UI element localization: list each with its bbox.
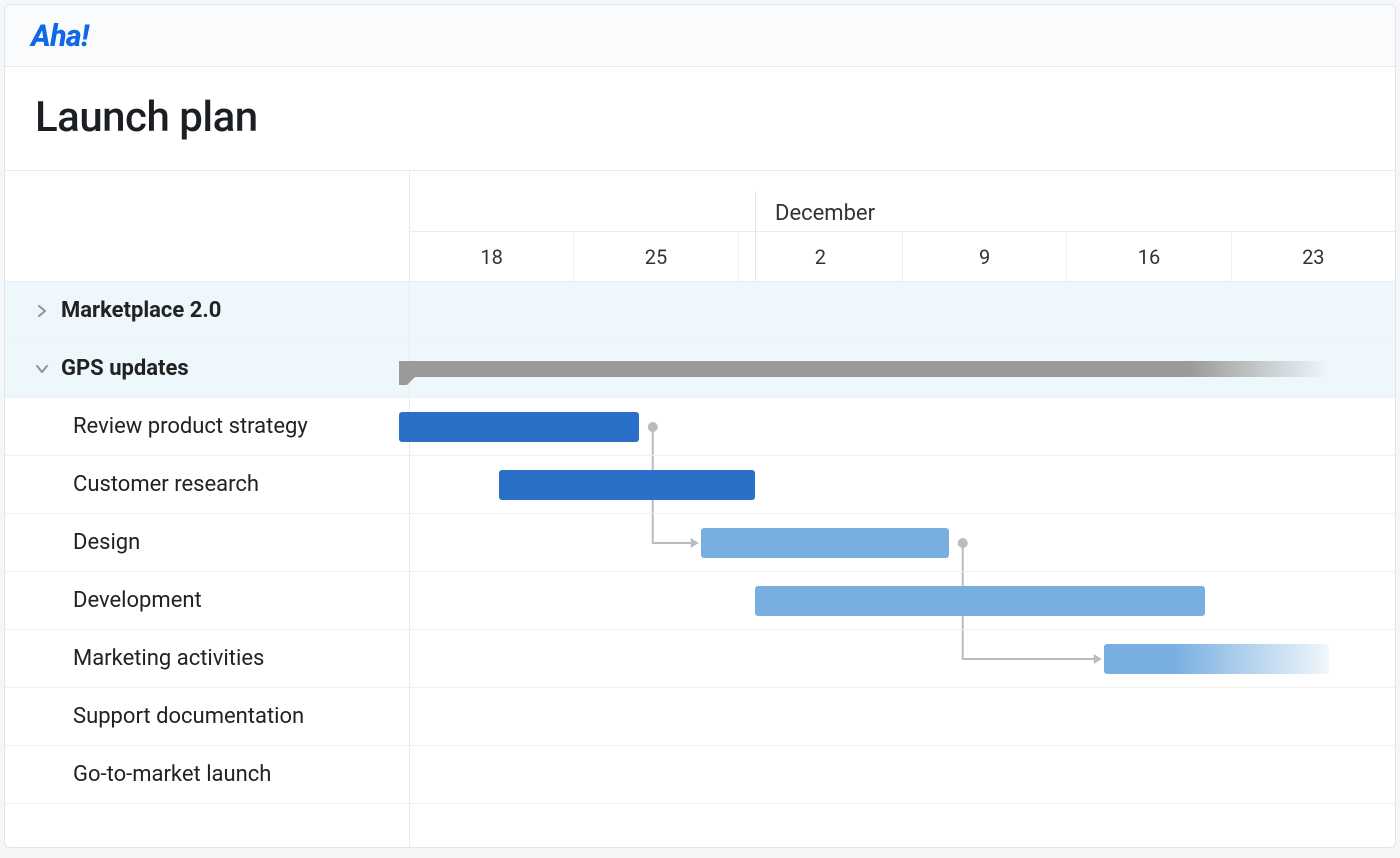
- row-label: GPS updates: [61, 356, 189, 381]
- gantt-header-left-spacer: [5, 171, 410, 281]
- gantt-bar-row: [410, 282, 1395, 340]
- row-label: Review product strategy: [73, 414, 308, 439]
- gantt-task-bar[interactable]: [701, 528, 949, 558]
- timeline-day-cell: 9: [903, 232, 1067, 281]
- row-label: Marketing activities: [73, 646, 264, 671]
- gantt-group-row[interactable]: Marketplace 2.0: [5, 282, 409, 340]
- month-divider: [755, 191, 756, 281]
- gantt-task-row[interactable]: Go-to-market launch: [5, 746, 409, 804]
- month-label: December: [775, 201, 875, 226]
- gantt-task-row[interactable]: Review product strategy: [5, 398, 409, 456]
- chevron-down-icon[interactable]: [35, 362, 49, 376]
- chevron-right-icon[interactable]: [35, 304, 49, 318]
- gantt-bar-row: [410, 746, 1395, 804]
- page-title: Launch plan: [35, 93, 1365, 142]
- app-logo: Aha!: [31, 19, 1369, 54]
- gantt-bar-row: [410, 572, 1395, 630]
- gantt-header: December 1825291623: [5, 171, 1395, 282]
- timeline-month-row: December: [410, 171, 1395, 231]
- row-label: Go-to-market launch: [73, 762, 271, 787]
- timeline-day-cell: 16: [1067, 232, 1231, 281]
- gantt-bar-row: [410, 456, 1395, 514]
- gantt-task-bar[interactable]: [399, 412, 639, 442]
- gantt-task-row[interactable]: Design: [5, 514, 409, 572]
- gantt-group-row[interactable]: GPS updates: [5, 340, 409, 398]
- timeline-day-cell: 23: [1232, 232, 1395, 281]
- timeline-day-row: 1825291623: [410, 231, 1395, 281]
- row-label: Customer research: [73, 472, 259, 497]
- gantt-parent-bar[interactable]: [399, 361, 1329, 377]
- gantt-task-bar[interactable]: [1104, 644, 1329, 674]
- gantt-bar-row: [410, 340, 1395, 398]
- gantt-chart: December 1825291623 Marketplace 2.0 GPS u…: [5, 171, 1395, 847]
- row-label: Support documentation: [73, 704, 304, 729]
- timeline-day-cell: 25: [574, 232, 738, 281]
- gantt-task-bar[interactable]: [755, 586, 1205, 616]
- gantt-task-row[interactable]: Support documentation: [5, 688, 409, 746]
- row-label: Marketplace 2.0: [61, 298, 221, 323]
- gantt-bar-row: [410, 688, 1395, 746]
- page-title-region: Launch plan: [5, 67, 1395, 171]
- gantt-rows-right: [410, 282, 1395, 847]
- gantt-bar-row: [410, 514, 1395, 572]
- app-window: Aha! Launch plan December 1825291623 Mar…: [4, 4, 1396, 848]
- gantt-header-timeline: December 1825291623: [410, 171, 1395, 281]
- gantt-task-bar[interactable]: [499, 470, 755, 500]
- gantt-task-row[interactable]: Marketing activities: [5, 630, 409, 688]
- timeline-day-cell: 18: [410, 232, 574, 281]
- gantt-task-row[interactable]: Development: [5, 572, 409, 630]
- gantt-bar-row: [410, 398, 1395, 456]
- gantt-bar-row: [410, 630, 1395, 688]
- top-bar: Aha!: [5, 5, 1395, 67]
- row-label: Development: [73, 588, 202, 613]
- gantt-rows-left: Marketplace 2.0 GPS updates Review product…: [5, 282, 410, 847]
- row-label: Design: [73, 530, 140, 555]
- timeline-day-cell: 2: [739, 232, 903, 281]
- gantt-task-row[interactable]: Customer research: [5, 456, 409, 514]
- gantt-body: Marketplace 2.0 GPS updates Review product…: [5, 282, 1395, 847]
